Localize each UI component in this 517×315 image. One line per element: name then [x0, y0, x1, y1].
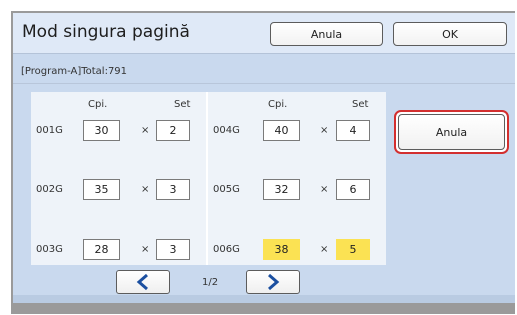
set-header: Set: [174, 99, 191, 110]
program-table: Cpi. Set 001G 30 × 2 002G 35 × 3 003G 28…: [31, 92, 386, 265]
set-field[interactable]: 6: [336, 179, 370, 200]
multiply-sign: ×: [141, 184, 150, 195]
set-field[interactable]: 3: [156, 239, 190, 260]
set-field[interactable]: 3: [156, 179, 190, 200]
table-column-left: Cpi. Set 001G 30 × 2 002G 35 × 3 003G 28…: [31, 92, 206, 265]
cpi-field[interactable]: 30: [83, 120, 120, 141]
set-field[interactable]: 2: [156, 120, 190, 141]
row-id: 001G: [36, 125, 63, 136]
program-summary: [Program-A]Total:791: [21, 66, 128, 77]
row-id: 002G: [36, 184, 63, 195]
set-header: Set: [352, 99, 369, 110]
cpi-field[interactable]: 35: [83, 179, 120, 200]
set-field-highlighted[interactable]: 5: [336, 239, 370, 260]
dialog-header: Mod singura pagină Anula OK: [13, 13, 515, 54]
row-id: 004G: [213, 125, 240, 136]
next-page-button[interactable]: [246, 270, 300, 294]
multiply-sign: ×: [141, 125, 150, 136]
multiply-sign: ×: [320, 125, 329, 136]
cpi-header: Cpi.: [88, 99, 108, 110]
row-id: 003G: [36, 244, 63, 255]
table-column-right: Cpi. Set 004G 40 × 4 005G 32 × 6 006G 38…: [208, 92, 386, 265]
dialog-panel: Mod singura pagină Anula OK [Program-A]T…: [13, 13, 515, 303]
divider: [13, 83, 515, 84]
cpi-field[interactable]: 40: [263, 120, 300, 141]
anula-side-button-label: Anula: [398, 114, 505, 150]
bottom-strip: [13, 295, 515, 303]
cpi-field[interactable]: 32: [263, 179, 300, 200]
row-id: 006G: [213, 244, 240, 255]
page-indicator: 1/2: [202, 277, 219, 288]
set-field[interactable]: 4: [336, 120, 370, 141]
anula-side-button[interactable]: Anula: [394, 110, 509, 154]
chevron-right-icon: [268, 273, 280, 291]
cpi-field-highlighted[interactable]: 38: [263, 239, 300, 260]
multiply-sign: ×: [320, 184, 329, 195]
cpi-field[interactable]: 28: [83, 239, 120, 260]
multiply-sign: ×: [141, 244, 150, 255]
multiply-sign: ×: [320, 244, 329, 255]
previous-page-button[interactable]: [116, 270, 170, 294]
ok-button[interactable]: OK: [393, 22, 507, 46]
cancel-button[interactable]: Anula: [270, 22, 383, 46]
row-id: 005G: [213, 184, 240, 195]
dialog-title: Mod singura pagină: [22, 22, 190, 42]
chevron-left-icon: [136, 273, 148, 291]
cpi-header: Cpi.: [268, 99, 288, 110]
